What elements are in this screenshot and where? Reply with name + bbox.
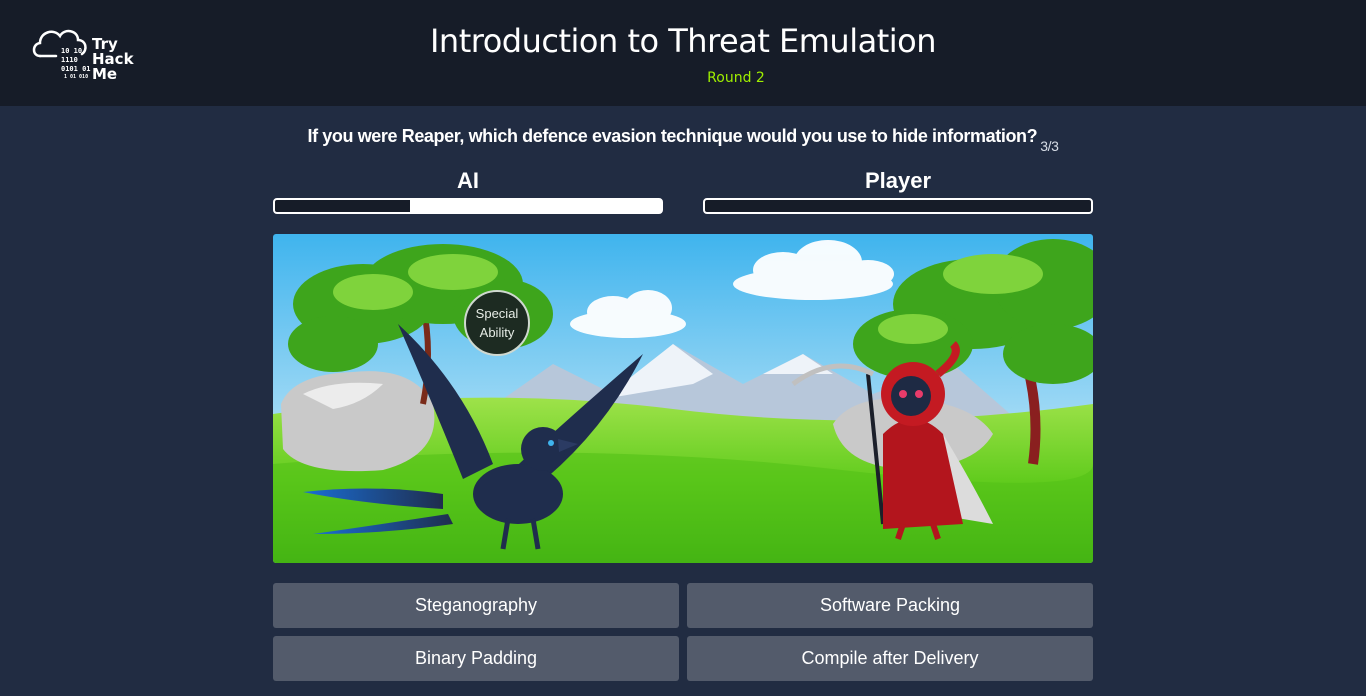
answer-button-binary-padding[interactable]: Binary Padding xyxy=(273,636,679,681)
question-text: If you were Reaper, which defence evasio… xyxy=(307,126,1038,146)
round-label: Round 2 xyxy=(707,70,765,86)
question-counter: 3/3 xyxy=(1040,138,1059,154)
page-title: Introduction to Threat Emulation xyxy=(429,22,937,60)
answer-button-software-packing[interactable]: Software Packing xyxy=(687,583,1093,628)
battle-scene-illustration xyxy=(273,234,1093,563)
question-prompt: If you were Reaper, which defence evasio… xyxy=(0,126,1366,154)
player-label: Player xyxy=(864,168,932,193)
answer-button-steganography[interactable]: Steganography xyxy=(273,583,679,628)
ai-label: AI xyxy=(457,168,479,193)
special-ability-button[interactable]: Special Ability xyxy=(464,290,530,356)
header-bar: 10 10 1110 0101 01 1 01 010 Try Hack Me … xyxy=(0,0,1366,106)
answer-button-compile-after-delivery[interactable]: Compile after Delivery xyxy=(687,636,1093,681)
ai-progress-fill xyxy=(275,200,411,212)
battle-scene xyxy=(273,234,1093,563)
ai-progress-bar xyxy=(273,198,663,214)
special-ability-label: Special Ability xyxy=(475,306,519,340)
player-progress-bar xyxy=(703,198,1093,214)
